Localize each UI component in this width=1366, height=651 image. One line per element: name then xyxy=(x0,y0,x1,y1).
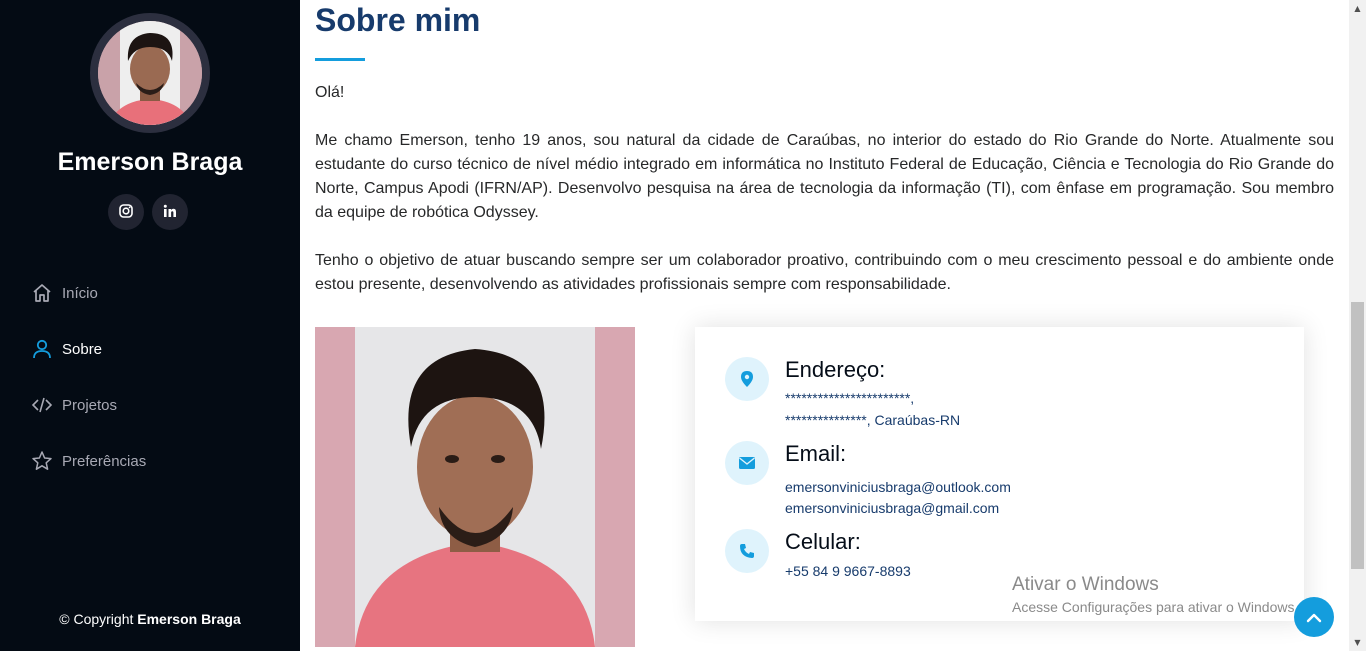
user-icon xyxy=(30,337,54,361)
email-heading: Email: xyxy=(785,441,847,466)
profile-name: Emerson Braga xyxy=(57,148,243,176)
nav-item-sobre[interactable]: Sobre xyxy=(30,321,146,377)
instagram-icon xyxy=(119,203,133,222)
title-underline xyxy=(315,58,365,61)
phone-number[interactable]: +55 84 9 9667-8893 xyxy=(785,561,911,582)
scroll-up-arrow-icon[interactable]: ▲ xyxy=(1349,0,1366,17)
email-outlook[interactable]: emersonviniciusbraga@outlook.com xyxy=(785,477,1011,498)
address-line-1: ***********************, xyxy=(785,390,915,406)
about-paragraph-1: Me chamo Emerson, tenho 19 anos, sou nat… xyxy=(315,132,1334,221)
nav-item-preferencias[interactable]: Preferências xyxy=(30,433,146,489)
back-to-top-button[interactable] xyxy=(1294,597,1334,637)
linkedin-icon xyxy=(163,203,177,222)
sidebar: Emerson Braga Início Sobre Projetos Pref… xyxy=(0,0,300,651)
nav-item-label: Sobre xyxy=(62,340,103,358)
home-icon xyxy=(30,281,54,305)
watermark-title: Ativar o Windows xyxy=(1012,574,1159,595)
envelope-icon xyxy=(725,441,769,485)
star-icon xyxy=(30,449,54,473)
nav-item-label: Início xyxy=(62,284,98,302)
copyright: © Copyright Emerson Braga xyxy=(0,611,300,627)
phone-heading: Celular: xyxy=(785,529,861,554)
nav-item-label: Projetos xyxy=(62,396,118,414)
email-gmail[interactable]: emersonviniciusbraga@gmail.com xyxy=(785,498,999,519)
profile-photo xyxy=(315,327,635,647)
phone-icon xyxy=(725,529,769,573)
section-title: Sobre mim xyxy=(315,2,481,38)
copyright-name: Emerson Braga xyxy=(137,611,241,627)
chevron-up-icon xyxy=(1306,608,1322,627)
scroll-down-arrow-icon[interactable]: ▼ xyxy=(1349,634,1366,651)
nav-item-label: Preferências xyxy=(62,452,147,470)
copyright-prefix: © Copyright xyxy=(59,611,134,627)
nav-item-projetos[interactable]: Projetos xyxy=(30,377,146,433)
address-line-2: ***************, Caraúbas-RN xyxy=(785,412,961,428)
avatar xyxy=(90,13,210,133)
profile-photo-small xyxy=(98,21,202,125)
scrollbar-thumb[interactable] xyxy=(1351,302,1364,569)
instagram-link[interactable] xyxy=(108,194,144,230)
map-pin-icon xyxy=(725,357,769,401)
nav-item-inicio[interactable]: Início xyxy=(30,265,146,321)
greeting-text: Olá! xyxy=(315,84,345,101)
address-heading: Endereço: xyxy=(785,357,886,382)
about-paragraph-2: Tenho o objetivo de atuar buscando sempr… xyxy=(315,252,1334,293)
code-icon xyxy=(30,393,54,417)
page-scrollbar[interactable]: ▲ ▼ xyxy=(1349,0,1366,651)
watermark-subtitle: Acesse Configurações para ativar o Windo… xyxy=(1012,599,1299,615)
main-content: Sobre mim Olá! Me chamo Emerson, tenho 1… xyxy=(300,0,1349,651)
nav-menu: Início Sobre Projetos Preferências xyxy=(30,265,146,489)
windows-activation-watermark: Ativar o Windows Acesse Configurações pa… xyxy=(1012,574,1298,615)
linkedin-link[interactable] xyxy=(152,194,188,230)
